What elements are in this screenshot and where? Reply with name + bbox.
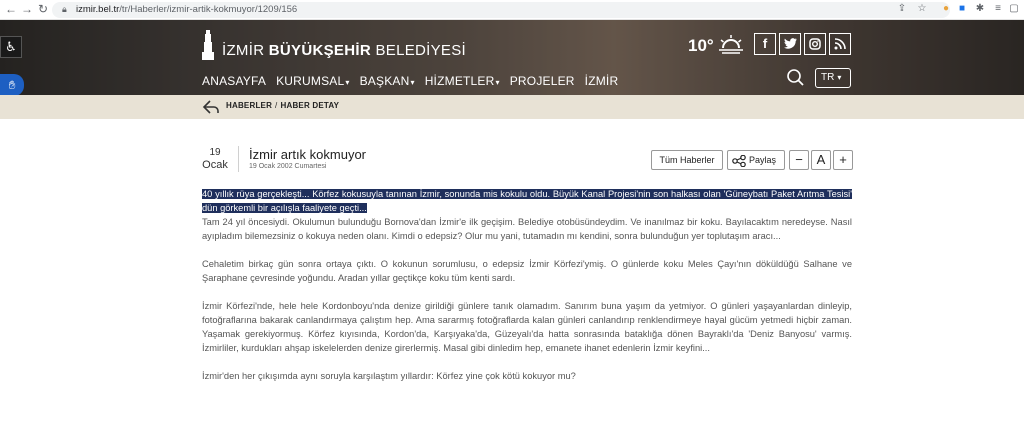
accessibility-icon[interactable]: ♿︎: [0, 36, 22, 58]
menu-item-kurumsal[interactable]: KURUMSAL▾: [276, 74, 350, 88]
article-paragraph: İzmir'den her çıkışımda aynı soruyla kar…: [202, 371, 576, 381]
browser-toolbar: ← → ↻ 🔒︎ izmir.bel.tr/tr/Haberler/izmir-…: [0, 0, 1024, 20]
language-selector[interactable]: TR ▾: [815, 68, 851, 88]
breadcrumb-haberler[interactable]: HABERLER: [226, 101, 272, 110]
hearing-assist-icon[interactable]: ✋︎: [0, 74, 24, 96]
article-lead-selected[interactable]: 40 yıllık rüya gerçekleşti... Körfez kok…: [202, 189, 852, 213]
sun-icon: [719, 35, 743, 54]
font-default-button[interactable]: A: [811, 150, 831, 170]
search-icon[interactable]: [786, 68, 804, 86]
divider: [238, 146, 239, 172]
article-body: 40 yıllık rüya gerçekleşti... Körfez kok…: [202, 187, 852, 397]
chevron-down-icon: ▾: [345, 78, 350, 87]
share-label: Paylaş: [749, 155, 777, 165]
url-text[interactable]: izmir.bel.tr/tr/Haberler/izmir-artik-kok…: [76, 4, 297, 15]
reload-icon[interactable]: ↻: [36, 2, 50, 16]
logo-text: İZMİR BÜYÜKŞEHİR BELEDİYESİ: [222, 42, 466, 59]
share-button[interactable]: Paylaş: [727, 150, 785, 170]
menu-item-hizmetler[interactable]: HİZMETLER▾: [425, 74, 500, 88]
temperature-value: 10°: [688, 36, 714, 55]
article-paragraph: Cehaletim birkaç gün sonra ortaya çıktı.…: [202, 259, 852, 283]
back-arrow-icon[interactable]: [202, 99, 220, 115]
share-page-icon[interactable]: ⇪: [896, 3, 908, 15]
chevron-down-icon: ▾: [495, 78, 500, 87]
extensions-puzzle-icon[interactable]: ✱: [974, 3, 986, 15]
article-month: Ocak: [202, 159, 228, 171]
menu-item-projeler[interactable]: PROJELER: [510, 74, 575, 88]
breadcrumb: HABERLER / HABER DETAY: [0, 95, 1024, 119]
rss-icon[interactable]: [829, 33, 851, 55]
font-increase-button[interactable]: +: [833, 150, 853, 170]
chevron-down-icon: ▾: [837, 73, 842, 82]
twitter-icon[interactable]: [779, 33, 801, 55]
main-menu: ANASAYFA KURUMSAL▾ BAŞKAN▾ HİZMETLER▾ PROJEL…: [202, 72, 628, 88]
menu-item-izmir[interactable]: İZMİR: [585, 74, 619, 88]
clock-tower-icon: [202, 30, 214, 60]
share-icon: [732, 154, 746, 167]
font-decrease-button[interactable]: −: [789, 150, 809, 170]
facebook-icon[interactable]: f: [754, 33, 776, 55]
breadcrumb-items: HABERLER / HABER DETAY: [226, 101, 340, 110]
instagram-icon[interactable]: [804, 33, 826, 55]
article-day: 19: [209, 147, 221, 158]
bookmark-star-icon[interactable]: ☆: [916, 3, 928, 15]
breadcrumb-haber-detay: HABER DETAY: [280, 101, 340, 110]
menu-item-baskan[interactable]: BAŞKAN▾: [360, 74, 415, 88]
article-paragraph: Tam 24 yıl öncesiydi. Okulumun bulunduğu…: [202, 217, 852, 241]
lock-icon: 🔒︎: [62, 4, 67, 14]
side-panel-icon[interactable]: ▢: [1008, 3, 1020, 15]
all-news-button[interactable]: Tüm Haberler: [651, 150, 723, 170]
extension-new-icon[interactable]: ■: [956, 3, 968, 15]
chevron-down-icon: ▾: [410, 78, 415, 87]
article-paragraph: İzmir Körfezi'nde, hele hele Kordonboyu'…: [202, 301, 852, 353]
site-header: İZMİR BÜYÜKŞEHİR BELEDİYESİ 10° f ANASAY…: [0, 20, 1024, 95]
back-arrow-icon[interactable]: ←: [4, 2, 18, 16]
menu-item-anasayfa[interactable]: ANASAYFA: [202, 74, 266, 88]
extension-cookie-icon[interactable]: ●: [940, 3, 952, 15]
page-title: İzmir artık kokmuyor: [249, 147, 367, 162]
media-icon[interactable]: ≡: [992, 3, 1004, 15]
address-bar[interactable]: 🔒︎ izmir.bel.tr/tr/Haberler/izmir-artik-…: [52, 2, 950, 18]
forward-arrow-icon[interactable]: →: [20, 2, 34, 16]
article-full-date: 19 Ocak 2002 Cumartesi: [249, 163, 327, 170]
language-value: TR: [821, 72, 835, 83]
